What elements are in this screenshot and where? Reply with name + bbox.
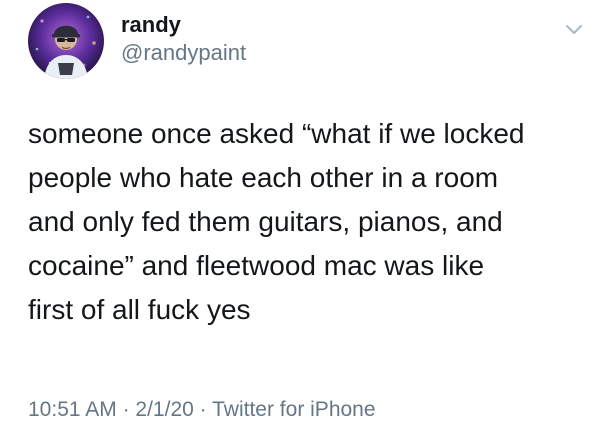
avatar[interactable]: [28, 3, 104, 79]
meta-separator: ·: [199, 398, 207, 421]
meta-separator: ·: [122, 398, 130, 421]
display-name[interactable]: randy: [121, 12, 181, 38]
tweet-time[interactable]: 10:51 AM: [28, 398, 117, 421]
tweet-card: randy @randypaint someone once asked “wh…: [0, 0, 600, 431]
tweet-text-line: people who hate each other in a room: [28, 162, 499, 193]
tweet-source-link[interactable]: Twitter for iPhone: [212, 398, 375, 421]
avatar-image: [28, 3, 104, 79]
tweet-text: someone once asked “what if we locked pe…: [28, 112, 596, 332]
chevron-down-icon: [566, 25, 582, 34]
user-handle[interactable]: @randypaint: [121, 40, 246, 66]
tweet-text-line: cocaine” and fleetwood mac was like: [28, 250, 485, 281]
tweet-text-line: someone once asked “what if we locked: [28, 118, 525, 149]
tweet-text-line: first of all fuck yes: [28, 294, 251, 325]
tweet-meta: 10:51 AM · 2/1/20 · Twitter for iPhone: [28, 398, 376, 422]
tweet-date[interactable]: 2/1/20: [135, 398, 193, 421]
tweet-text-line: and only fed them guitars, pianos, and: [28, 206, 503, 237]
tweet-menu-button[interactable]: [563, 20, 585, 38]
